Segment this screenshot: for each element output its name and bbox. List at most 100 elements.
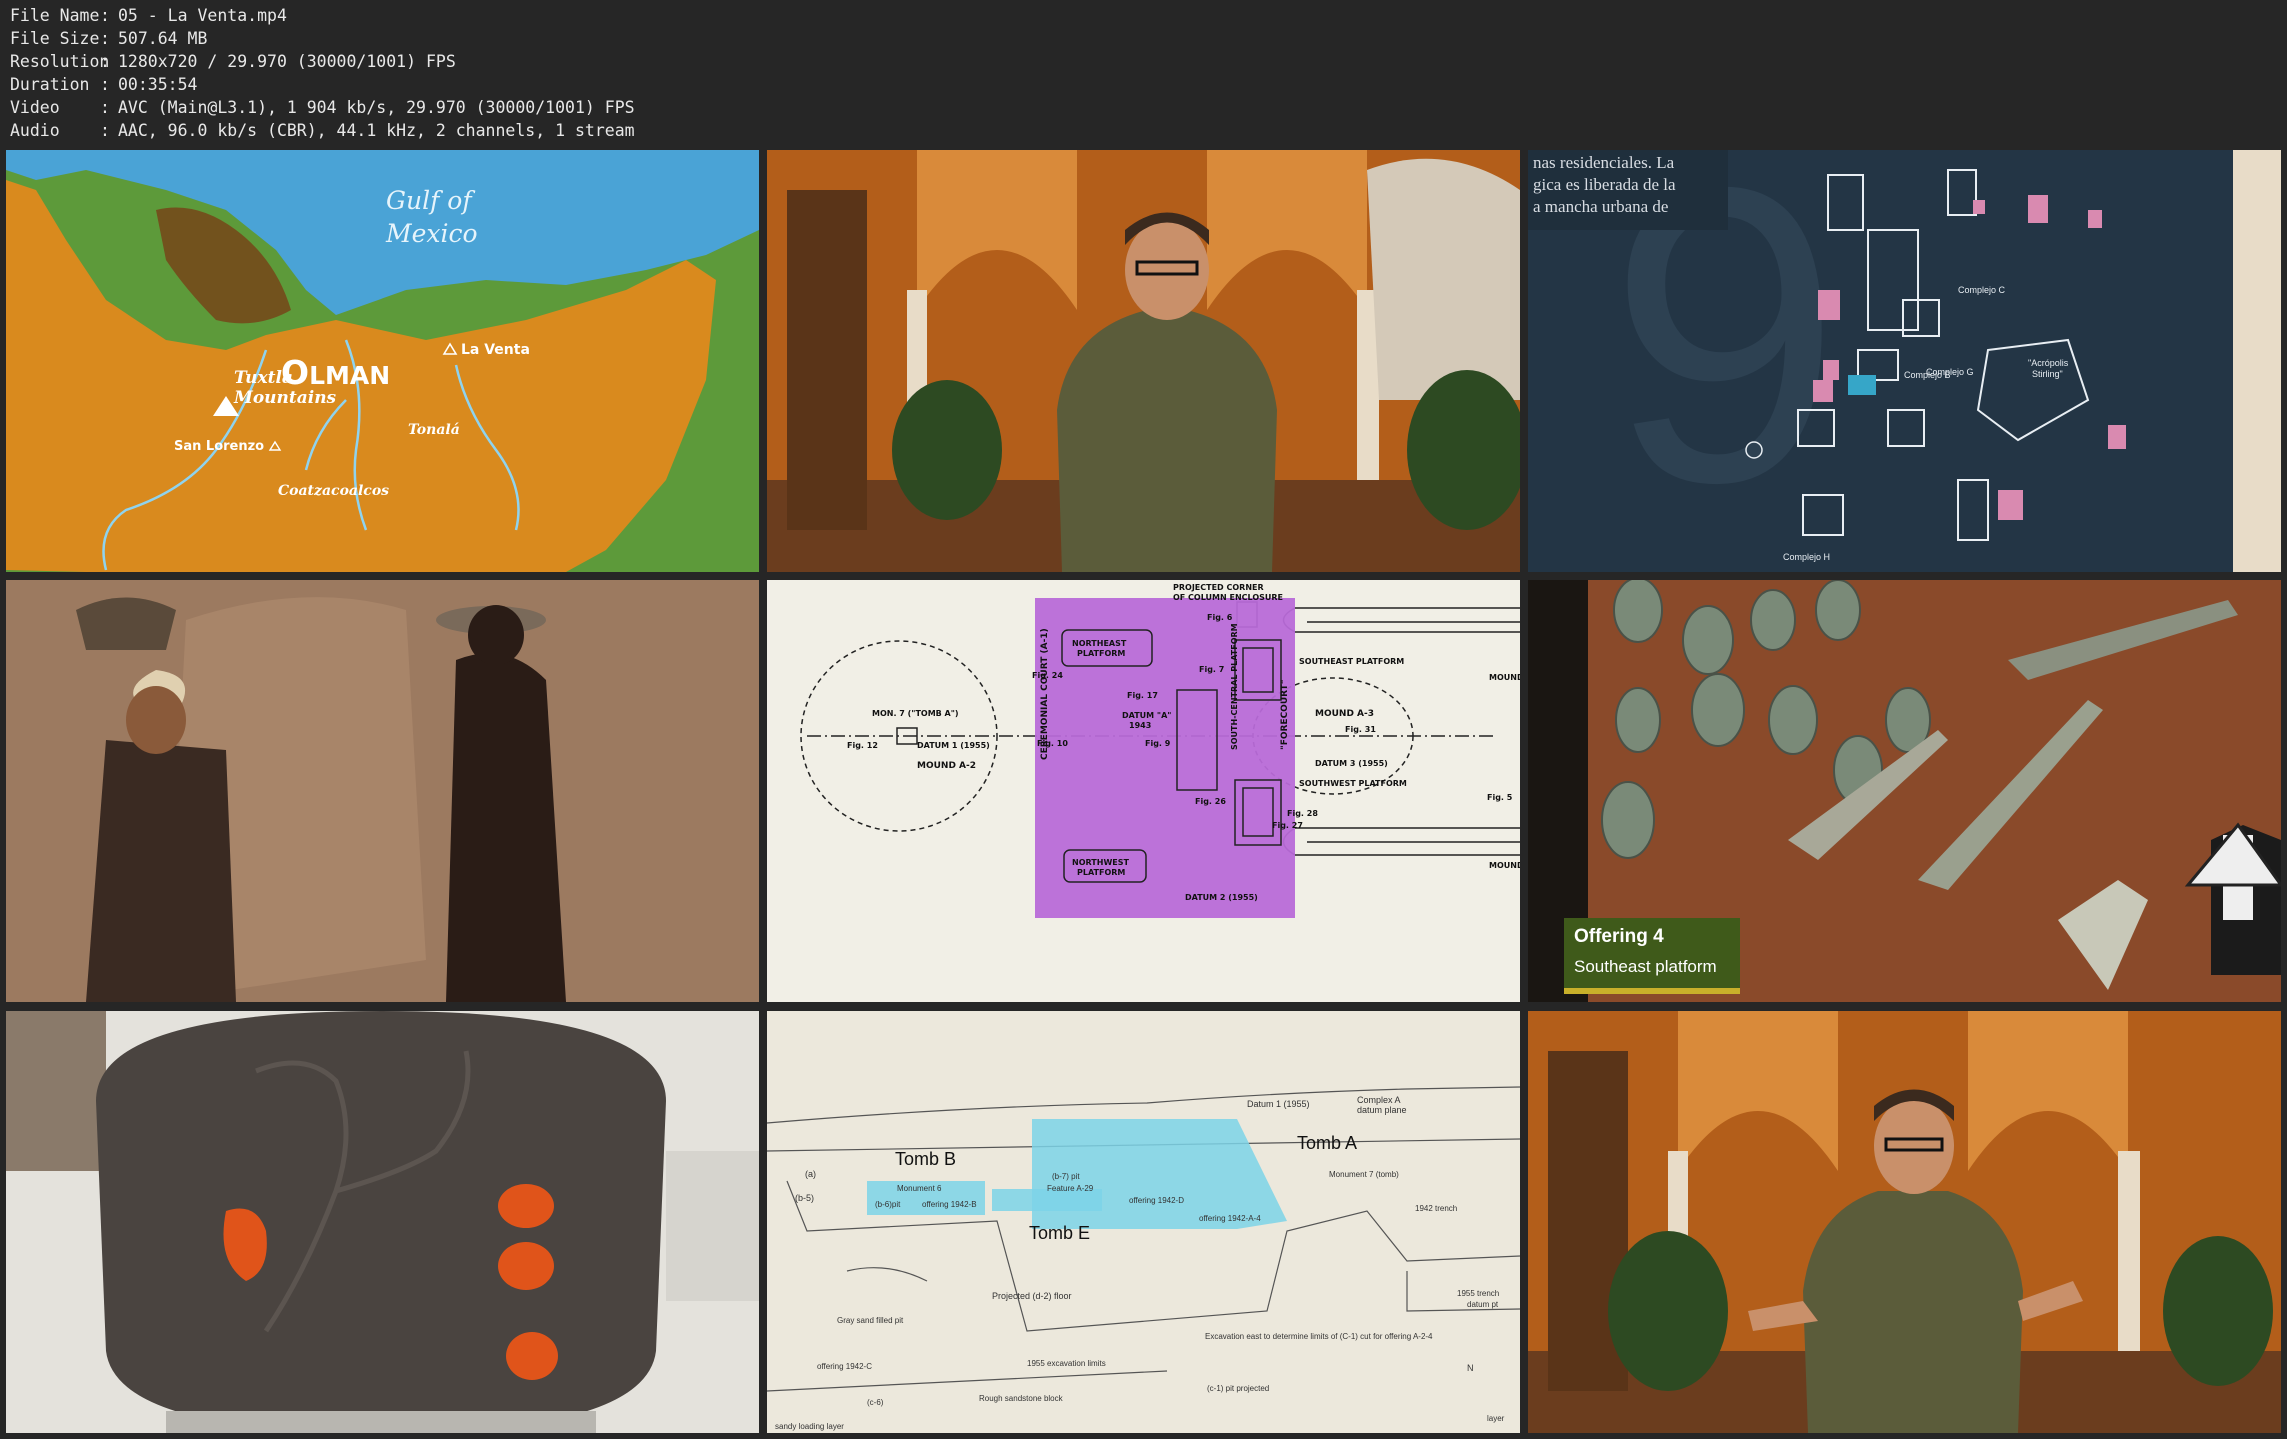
file-info-row: Video: AVC (Main@L3.1), 1 904 kb/s, 29.97… bbox=[10, 96, 635, 119]
file-info-value: AVC (Main@L3.1), 1 904 kb/s, 29.970 (300… bbox=[118, 98, 635, 117]
fig28-label: Fig. 28 bbox=[1287, 809, 1318, 818]
fig7-label: Fig. 7 bbox=[1199, 665, 1224, 674]
file-info-label: Audio bbox=[10, 121, 60, 140]
fig31-label: Fig. 31 bbox=[1345, 725, 1376, 734]
datum3-label: DATUM 3 (1955) bbox=[1315, 759, 1388, 768]
thumbnail-presenter-2[interactable] bbox=[1528, 1011, 2281, 1433]
museum-text-line2: gica es liberada de la bbox=[1533, 175, 1676, 194]
thumbnail-section-drawing[interactable]: Datum 1 (1955) Complex A datum plane Tom… bbox=[767, 1011, 1520, 1433]
la-venta-label: La Venta bbox=[461, 342, 530, 358]
datum-pt-label: datum pt bbox=[1467, 1300, 1499, 1309]
excavation-1955-label: 1955 excavation limits bbox=[1027, 1359, 1106, 1368]
fig5-label: Fig. 5 bbox=[1487, 793, 1513, 802]
file-info-value: 05 - La Venta.mp4 bbox=[118, 6, 287, 25]
mound-a3-label: MOUND A-3 bbox=[1315, 709, 1374, 719]
file-info-label: Resolution bbox=[10, 52, 110, 71]
forecourt-label: "FORECOURT" bbox=[1280, 680, 1290, 750]
fig10-label: Fig. 10 bbox=[1037, 739, 1068, 748]
tomb-a-label: Tomb A bbox=[1297, 1133, 1357, 1153]
c6-label: (c-6) bbox=[867, 1398, 884, 1407]
gulf-label-line1: Gulf of bbox=[386, 186, 475, 215]
mound-a2-label: MOUND A-2 bbox=[917, 761, 976, 771]
presenter-2-image bbox=[1528, 1011, 2281, 1433]
complejo-b-label: Complejo B bbox=[1904, 370, 1951, 380]
acropolis-label-line2: Stirling" bbox=[2032, 369, 2063, 379]
projected-corner-line1: PROJECTED CORNER bbox=[1173, 583, 1264, 592]
datum-a-line2: 1943 bbox=[1129, 721, 1151, 730]
sandy-loading-label: sandy loading layer bbox=[775, 1422, 844, 1431]
fig26-label: Fig. 26 bbox=[1195, 797, 1226, 806]
datum2-label: DATUM 2 (1955) bbox=[1185, 893, 1258, 902]
offering-1942a4-label: offering 1942-A-4 bbox=[1199, 1214, 1261, 1223]
feature-a29-label: Feature A-29 bbox=[1047, 1184, 1094, 1193]
file-info-label: File Size bbox=[10, 29, 100, 48]
projected-floor-label: Projected (d-2) floor bbox=[992, 1291, 1072, 1301]
tomb-b-label: Tomb B bbox=[895, 1149, 956, 1169]
offering-1942d-label: offering 1942-D bbox=[1129, 1196, 1184, 1205]
datum1-label: DATUM 1 (1955) bbox=[917, 741, 990, 750]
file-info-value: 507.64 MB bbox=[118, 29, 208, 48]
file-info-row: Duration:00:35:54 bbox=[10, 73, 635, 96]
museum-text-line1: nas residenciales. La bbox=[1533, 153, 1675, 172]
file-info-panel: File Name:05 - La Venta.mp4 File Size:507… bbox=[10, 4, 635, 142]
gray-sand-label: Gray sand filled pit bbox=[837, 1316, 904, 1325]
fig17-label: Fig. 17 bbox=[1127, 691, 1158, 700]
projected-corner-line2: OF COLUMN ENCLOSURE bbox=[1173, 593, 1283, 602]
trench-1942-label: 1942 trench bbox=[1415, 1204, 1457, 1213]
thumbnail-map[interactable]: Tuxtla Mountains Gulf of Mexico OLMAN La… bbox=[6, 150, 759, 572]
thumbnail-carved-stone[interactable] bbox=[6, 1011, 759, 1433]
monument6-label: Monument 6 bbox=[897, 1184, 942, 1193]
file-info-label: Duration bbox=[10, 75, 90, 94]
section-drawing-image: Datum 1 (1955) Complex A datum plane Tom… bbox=[767, 1011, 1520, 1433]
mound-right-bottom-label: MOUND bbox=[1489, 861, 1520, 870]
file-info-separator: : bbox=[100, 98, 110, 117]
file-info-separator: : bbox=[100, 52, 110, 71]
file-info-value: 1280x720 / 29.970 (30000/1001) FPS bbox=[118, 52, 456, 71]
complejo-c-label: Complejo C bbox=[1958, 285, 2006, 295]
file-info-label: File Name bbox=[10, 6, 100, 25]
thumbnail-museum-panel[interactable]: 9 nas residenciales. La gica es liberada… bbox=[1528, 150, 2281, 572]
southwest-platform-label: SOUTHWEST PLATFORM bbox=[1299, 779, 1407, 788]
a-label: (a) bbox=[805, 1169, 816, 1179]
caption-title: Offering 4 bbox=[1574, 926, 1664, 947]
map-image: Tuxtla Mountains Gulf of Mexico OLMAN La… bbox=[6, 150, 759, 572]
layer-label: layer bbox=[1487, 1414, 1505, 1423]
museum-text-line3: a mancha urbana de bbox=[1533, 197, 1668, 216]
tomb-e-label: Tomb E bbox=[1029, 1223, 1090, 1243]
northeast-line2: PLATFORM bbox=[1077, 649, 1125, 658]
fig12-label: Fig. 12 bbox=[847, 741, 878, 750]
monument7-label: Monument 7 (tomb) bbox=[1329, 1170, 1399, 1179]
file-info-row: Resolution:1280x720 / 29.970 (30000/1001… bbox=[10, 50, 635, 73]
carved-stone-image bbox=[6, 1011, 759, 1433]
gulf-label-line2: Mexico bbox=[385, 219, 478, 248]
thumbnail-site-plan[interactable]: PROJECTED CORNER OF COLUMN ENCLOSURE Fig… bbox=[767, 580, 1520, 1002]
tonala-label: Tonalá bbox=[408, 422, 460, 438]
caption-subtitle: Southeast platform bbox=[1574, 957, 1717, 976]
file-info-row: Audio: AAC, 96.0 kb/s (CBR), 44.1 kHz, 2 … bbox=[10, 119, 635, 142]
file-info-separator: : bbox=[100, 6, 110, 25]
complex-a-line2: datum plane bbox=[1357, 1105, 1407, 1115]
thumbnail-excavation[interactable] bbox=[6, 580, 759, 1002]
b7pit-label: (b-7) pit bbox=[1052, 1172, 1080, 1181]
trench-1955-label: 1955 trench bbox=[1457, 1289, 1499, 1298]
thumbnail-presenter-1[interactable] bbox=[767, 150, 1520, 572]
thumbnail-grid: Tuxtla Mountains Gulf of Mexico OLMAN La… bbox=[6, 150, 2281, 1433]
coatzacoalcos-label: Coatzacoalcos bbox=[278, 483, 389, 499]
b5-label: (b-5) bbox=[795, 1193, 814, 1203]
complex-a-line1: Complex A bbox=[1357, 1095, 1401, 1105]
excavation-east-label: Excavation east to determine limits of (… bbox=[1205, 1332, 1433, 1341]
northwest-line2: PLATFORM bbox=[1077, 868, 1125, 877]
acropolis-label-line1: "Acrópolis bbox=[2028, 358, 2069, 368]
site-plan-image: PROJECTED CORNER OF COLUMN ENCLOSURE Fig… bbox=[767, 580, 1520, 1002]
thumbnail-offering[interactable]: Offering 4 Southeast platform bbox=[1528, 580, 2281, 1002]
fig6-label: Fig. 6 bbox=[1207, 613, 1233, 622]
southeast-platform-label: SOUTHEAST PLATFORM bbox=[1299, 657, 1404, 666]
presenter-image bbox=[767, 150, 1520, 572]
south-central-label: SOUTH-CENTRAL PLATFORM bbox=[1230, 623, 1239, 750]
file-info-separator: : bbox=[100, 29, 110, 48]
mound-right-top-label: MOUND bbox=[1489, 673, 1520, 682]
offering-1942c-label: offering 1942-C bbox=[817, 1362, 872, 1371]
northeast-line1: NORTHEAST bbox=[1072, 639, 1127, 648]
rough-sandstone-label: Rough sandstone block bbox=[979, 1394, 1064, 1403]
file-info-separator: : bbox=[100, 75, 110, 94]
